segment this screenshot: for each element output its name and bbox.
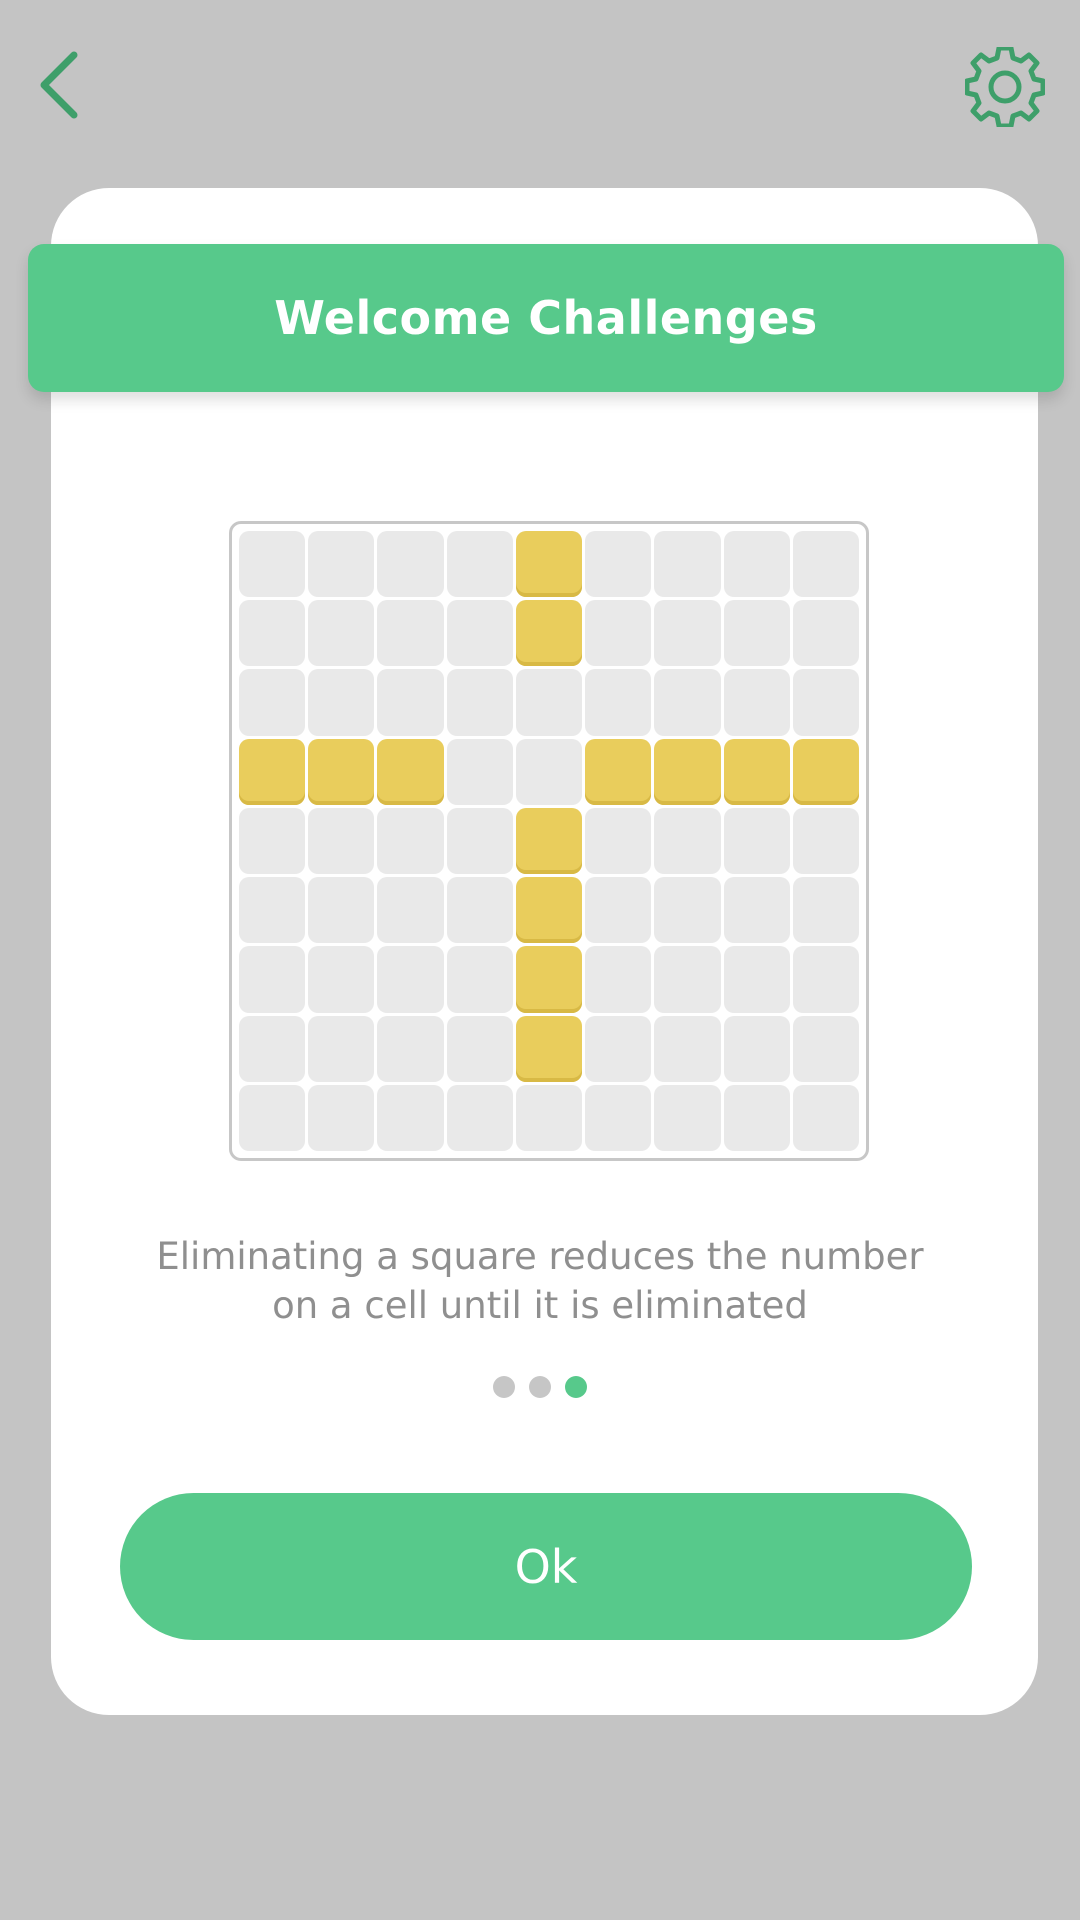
- board-cell-empty: [377, 600, 444, 667]
- board-cell-empty: [723, 877, 790, 944]
- board-cell-empty: [585, 1084, 652, 1151]
- dialog-header: Welcome Challenges: [28, 244, 1064, 392]
- board-cell-empty: [723, 807, 790, 875]
- board-cell-empty: [239, 600, 306, 667]
- board-cell-empty: [723, 946, 790, 1013]
- board-cell-empty: [446, 1015, 513, 1082]
- board-cell-empty: [446, 738, 513, 805]
- board-cell-empty: [446, 877, 513, 944]
- board-cell-empty: [654, 1015, 721, 1082]
- back-button[interactable]: [18, 38, 98, 128]
- board-cell-empty: [654, 1084, 721, 1151]
- board-cell-empty: [723, 531, 790, 598]
- board-cell-empty: [446, 669, 513, 736]
- board-cell-empty: [308, 1084, 375, 1151]
- board-cell-empty: [446, 946, 513, 1013]
- board-cell-empty: [792, 877, 859, 944]
- board-cell-filled: [377, 738, 444, 805]
- board-cell-empty: [585, 531, 652, 598]
- board-cell-filled: [515, 946, 583, 1013]
- dialog-description: Eliminating a square reduces the number …: [100, 1232, 980, 1330]
- board-cell-empty: [515, 738, 583, 805]
- board-cell-empty: [585, 669, 652, 736]
- board-cell-empty: [239, 946, 306, 1013]
- settings-button[interactable]: [960, 42, 1050, 132]
- game-board: [229, 521, 869, 1161]
- board-cell-empty: [792, 807, 859, 875]
- board-cell-empty: [654, 946, 721, 1013]
- dialog-title: Welcome Challenges: [274, 291, 818, 345]
- board-cell-empty: [377, 531, 444, 598]
- board-cell-empty: [723, 1084, 790, 1151]
- board-cell-empty: [585, 1015, 652, 1082]
- board-cell-empty: [792, 1084, 859, 1151]
- board-cell-empty: [792, 946, 859, 1013]
- board-cell-empty: [792, 669, 859, 736]
- board-cell-empty: [239, 1015, 306, 1082]
- board-cell-empty: [377, 946, 444, 1013]
- board-cell-empty: [308, 600, 375, 667]
- board-cell-empty: [239, 807, 306, 875]
- board-cell-empty: [308, 807, 375, 875]
- board-cell-empty: [723, 600, 790, 667]
- board-cell-empty: [377, 1015, 444, 1082]
- board-cell-filled: [308, 738, 375, 805]
- board-cell-empty: [308, 531, 375, 598]
- board-cell-empty: [654, 669, 721, 736]
- board-cell-filled: [515, 1015, 583, 1082]
- page-dot: [493, 1376, 515, 1398]
- chevron-left-icon: [40, 51, 78, 119]
- board-cell-empty: [515, 669, 583, 736]
- board-cell-filled: [515, 807, 583, 875]
- board-cell-filled: [654, 738, 721, 805]
- board-cell-empty: [377, 1084, 444, 1151]
- board-cell-empty: [239, 877, 306, 944]
- board-cell-empty: [446, 1084, 513, 1151]
- board-cell-empty: [239, 1084, 306, 1151]
- board-cell-empty: [308, 946, 375, 1013]
- board-cell-empty: [515, 1084, 583, 1151]
- board-cell-empty: [723, 669, 790, 736]
- board-cell-empty: [654, 600, 721, 667]
- board-cell-filled: [792, 738, 859, 805]
- board-cell-empty: [792, 1015, 859, 1082]
- board-cell-empty: [585, 807, 652, 875]
- board-cell-empty: [308, 1015, 375, 1082]
- gear-icon: [965, 47, 1045, 127]
- page-dot-active: [565, 1376, 587, 1398]
- board-cell-empty: [792, 531, 859, 598]
- page-indicator: [0, 1376, 1080, 1398]
- page-dot: [529, 1376, 551, 1398]
- board-cell-empty: [308, 877, 375, 944]
- board-cell-empty: [377, 807, 444, 875]
- board-cell-empty: [654, 807, 721, 875]
- board-cell-empty: [308, 669, 375, 736]
- board-cell-empty: [723, 1015, 790, 1082]
- board-cell-empty: [654, 877, 721, 944]
- board-cell-filled: [515, 877, 583, 944]
- board-cell-empty: [446, 531, 513, 598]
- board-cell-empty: [239, 669, 306, 736]
- board-cell-empty: [654, 531, 721, 598]
- board-cell-empty: [446, 600, 513, 667]
- board-cell-empty: [446, 807, 513, 875]
- board-cell-empty: [377, 877, 444, 944]
- board-cell-filled: [585, 738, 652, 805]
- description-line: Eliminating a square reduces the number: [156, 1235, 924, 1278]
- ok-button[interactable]: Ok: [120, 1493, 972, 1640]
- board-cell-empty: [585, 946, 652, 1013]
- board-cell-empty: [585, 877, 652, 944]
- board-cell-filled: [723, 738, 790, 805]
- board-cell-filled: [515, 531, 583, 598]
- description-line: on a cell until it is eliminated: [272, 1284, 808, 1327]
- board-cell-filled: [239, 738, 306, 805]
- board-cell-empty: [585, 600, 652, 667]
- board-cell-empty: [377, 669, 444, 736]
- board-cell-filled: [515, 600, 583, 667]
- board-cell-empty: [792, 600, 859, 667]
- board-cell-empty: [239, 531, 306, 598]
